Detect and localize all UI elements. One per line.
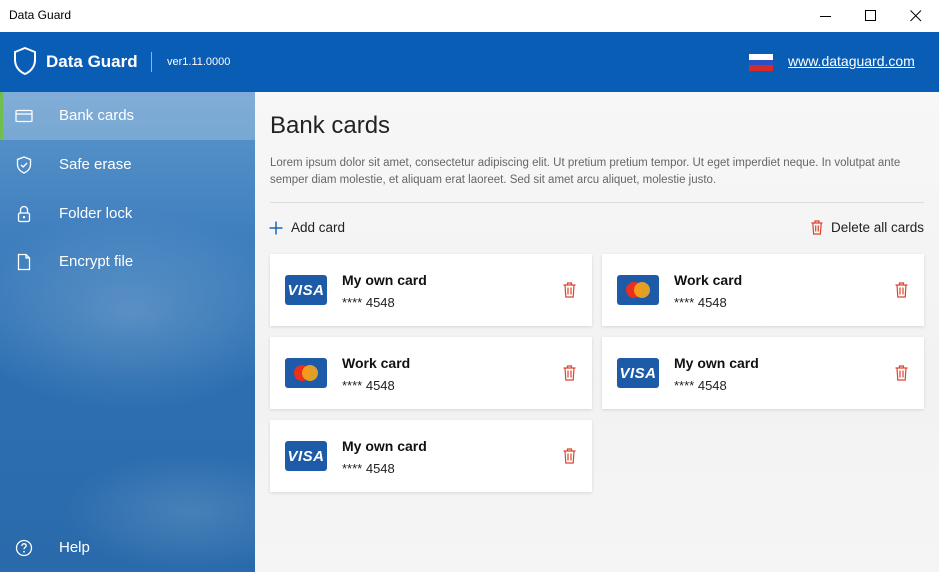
section-divider <box>270 202 924 203</box>
card-number: **** 4548 <box>674 295 727 310</box>
bank-card-item[interactable]: Work card **** 4548 <box>270 337 592 409</box>
sidebar-item-help[interactable]: Help <box>0 524 255 572</box>
card-name: Work card <box>674 272 743 288</box>
bank-card-item[interactable]: VISA My own card **** 4548 <box>602 337 924 409</box>
app-version: ver1.11.0000 <box>167 56 231 68</box>
sidebar-item-label: Encrypt file <box>59 253 134 270</box>
sidebar-item-label: Safe erase <box>59 156 132 173</box>
plus-icon <box>269 221 283 234</box>
sidebar-item-folder-lock[interactable]: Folder lock <box>0 190 255 238</box>
card-number: **** 4548 <box>342 378 395 393</box>
sidebar-item-label: Help <box>59 539 90 556</box>
header-divider <box>151 52 152 72</box>
trash-icon <box>811 220 823 235</box>
delete-card-icon[interactable] <box>563 448 576 464</box>
delete-all-label: Delete all cards <box>831 220 925 235</box>
close-button[interactable] <box>893 0 939 32</box>
page-description: Lorem ipsum dolor sit amet, consectetur … <box>270 157 901 186</box>
sidebar: Bank cards Safe erase Folder lock Encryp… <box>0 92 255 572</box>
delete-card-icon[interactable] <box>895 282 908 298</box>
active-indicator <box>0 92 3 140</box>
card-name: My own card <box>342 438 427 454</box>
website-link[interactable]: www.dataguard.com <box>788 53 915 69</box>
file-icon <box>14 252 34 272</box>
visa-logo-icon: VISA <box>617 358 659 388</box>
minimize-button[interactable] <box>803 0 849 32</box>
visa-logo-icon: VISA <box>285 441 327 471</box>
help-icon <box>14 538 34 558</box>
maximize-button[interactable] <box>848 0 894 32</box>
card-name: My own card <box>674 355 759 371</box>
card-icon <box>14 106 34 126</box>
shield-logo-icon <box>14 47 36 75</box>
app-header: Data Guard ver1.11.0000 www.dataguard.co… <box>0 32 939 92</box>
close-icon <box>910 10 922 22</box>
language-flag-icon[interactable] <box>749 54 773 71</box>
delete-card-icon[interactable] <box>563 365 576 381</box>
card-number: **** 4548 <box>674 378 727 393</box>
card-number: **** 4548 <box>342 461 395 476</box>
lock-icon <box>14 204 34 224</box>
delete-card-icon[interactable] <box>563 282 576 298</box>
add-card-button[interactable]: Add card <box>269 220 345 235</box>
card-number: **** 4548 <box>342 295 395 310</box>
sidebar-item-encrypt-file[interactable]: Encrypt file <box>0 238 255 286</box>
bank-card-item[interactable]: VISA My own card **** 4548 <box>270 254 592 326</box>
mastercard-logo-icon <box>617 275 659 305</box>
delete-card-icon[interactable] <box>895 365 908 381</box>
main-content: Bank cards Lorem ipsum dolor sit amet, c… <box>255 92 939 572</box>
delete-all-cards-button[interactable]: Delete all cards <box>811 220 924 235</box>
bank-card-item[interactable]: Work card **** 4548 <box>602 254 924 326</box>
sidebar-item-label: Bank cards <box>59 107 135 124</box>
add-card-label: Add card <box>291 220 346 235</box>
visa-logo-icon: VISA <box>285 275 327 305</box>
window-title: Data Guard <box>9 8 72 22</box>
mastercard-logo-icon <box>285 358 327 388</box>
minimize-icon <box>820 16 831 17</box>
page-title: Bank cards <box>270 112 391 139</box>
app-name: Data Guard <box>46 52 138 71</box>
bank-card-item[interactable]: VISA My own card **** 4548 <box>270 420 592 492</box>
maximize-icon <box>865 10 876 21</box>
title-bar: Data Guard <box>0 0 939 32</box>
sidebar-item-label: Folder lock <box>59 205 133 222</box>
card-name: My own card <box>342 272 427 288</box>
shield-check-icon <box>14 155 34 175</box>
sidebar-item-safe-erase[interactable]: Safe erase <box>0 141 255 189</box>
card-name: Work card <box>342 355 411 371</box>
sidebar-item-bank-cards[interactable]: Bank cards <box>0 92 255 140</box>
